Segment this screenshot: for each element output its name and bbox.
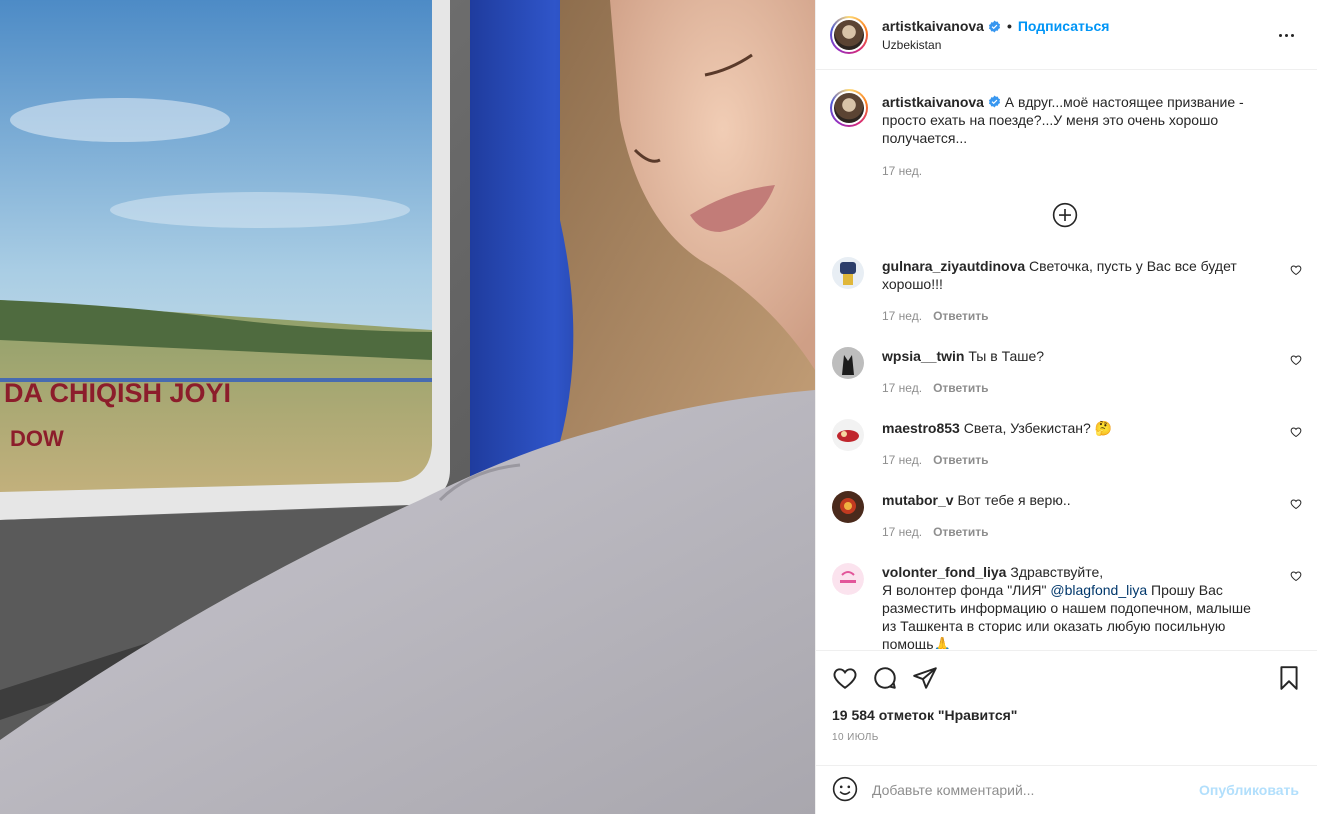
reply-button[interactable]: Ответить [933, 525, 988, 539]
reply-button[interactable]: Ответить [933, 453, 988, 467]
like-comment-heart-icon[interactable] [1290, 498, 1302, 510]
train-selfie-image: DA CHIQISH JOYI DOW [0, 0, 815, 814]
like-comment-heart-icon[interactable] [1290, 354, 1302, 366]
post-actions: 19 584 отметок "Нравится" 10 ИЮЛЬ [816, 650, 1317, 770]
commenter-username[interactable]: wpsia__twin [882, 348, 964, 364]
comment-text: Вот тебе я верю.. [957, 492, 1071, 508]
comment-text: Света, Узбекистан? 🤔 [963, 420, 1113, 436]
verified-badge-icon [988, 20, 1001, 32]
comment-time[interactable]: 17 нед. [882, 309, 922, 323]
verified-badge-icon [988, 95, 1000, 108]
follow-button[interactable]: Подписаться [1018, 18, 1110, 34]
add-comment-bar: Опубликовать [816, 765, 1317, 814]
comment-time[interactable]: 17 нед. [882, 453, 922, 467]
commenter-username[interactable]: mutabor_v [882, 492, 954, 508]
commenter-avatar[interactable] [832, 347, 864, 379]
post-header: artistkaivanova • Подписаться Uzbekistan [816, 0, 1317, 70]
likes-count[interactable]: 19 584 отметок "Нравится" [832, 707, 1017, 723]
caption-username[interactable]: artistkaivanova [882, 94, 984, 110]
post-modal: DA CHIQISH JOYI DOW artistkaivanova • По… [0, 0, 1317, 814]
comment-time[interactable]: 17 нед. [882, 381, 922, 395]
commenter-username[interactable]: gulnara_ziyautdinova [882, 258, 1025, 274]
window-sign-text-2: DOW [10, 426, 64, 451]
reply-button[interactable]: Ответить [933, 381, 988, 395]
commenter-avatar[interactable] [832, 257, 864, 289]
save-bookmark-icon[interactable] [1276, 665, 1302, 691]
post-photo[interactable]: DA CHIQISH JOYI DOW [0, 0, 815, 814]
window-sign-text: DA CHIQISH JOYI [4, 378, 231, 408]
emoji-smiley-icon[interactable] [832, 776, 858, 802]
like-comment-heart-icon[interactable] [1290, 264, 1302, 276]
load-more-comments-icon[interactable] [1052, 202, 1078, 228]
post-details-panel: artistkaivanova • Подписаться Uzbekistan… [815, 0, 1317, 814]
comment-text: Ты в Таше? [968, 348, 1045, 364]
comment-time[interactable]: 17 нед. [882, 525, 922, 539]
comment-bubble-icon[interactable] [872, 665, 898, 691]
like-comment-heart-icon[interactable] [1290, 570, 1302, 582]
like-comment-heart-icon[interactable] [1290, 426, 1302, 438]
commenter-avatar[interactable] [832, 419, 864, 451]
post-location[interactable]: Uzbekistan [882, 38, 941, 52]
caption-time[interactable]: 17 нед. [882, 164, 922, 178]
caption-avatar[interactable] [830, 89, 868, 127]
comments-list[interactable]: artistkaivanova А вдруг...моё настоящее … [816, 71, 1317, 649]
mention-link[interactable]: @blagfond_liya [1050, 582, 1147, 598]
commenter-username[interactable]: volonter_fond_liya [882, 564, 1006, 580]
more-options-icon[interactable] [1279, 26, 1299, 44]
header-separator: • [1006, 18, 1012, 34]
publish-comment-button[interactable]: Опубликовать [1199, 782, 1299, 798]
share-send-icon[interactable] [912, 665, 938, 691]
commenter-avatar[interactable] [832, 563, 864, 595]
like-heart-icon[interactable] [832, 665, 858, 691]
post-date[interactable]: 10 ИЮЛЬ [832, 732, 879, 743]
author-username[interactable]: artistkaivanova [882, 18, 984, 34]
reply-button[interactable]: Ответить [933, 309, 988, 323]
comment-input[interactable] [872, 779, 1192, 801]
author-avatar[interactable] [830, 16, 868, 54]
commenter-avatar[interactable] [832, 491, 864, 523]
commenter-username[interactable]: maestro853 [882, 420, 960, 436]
